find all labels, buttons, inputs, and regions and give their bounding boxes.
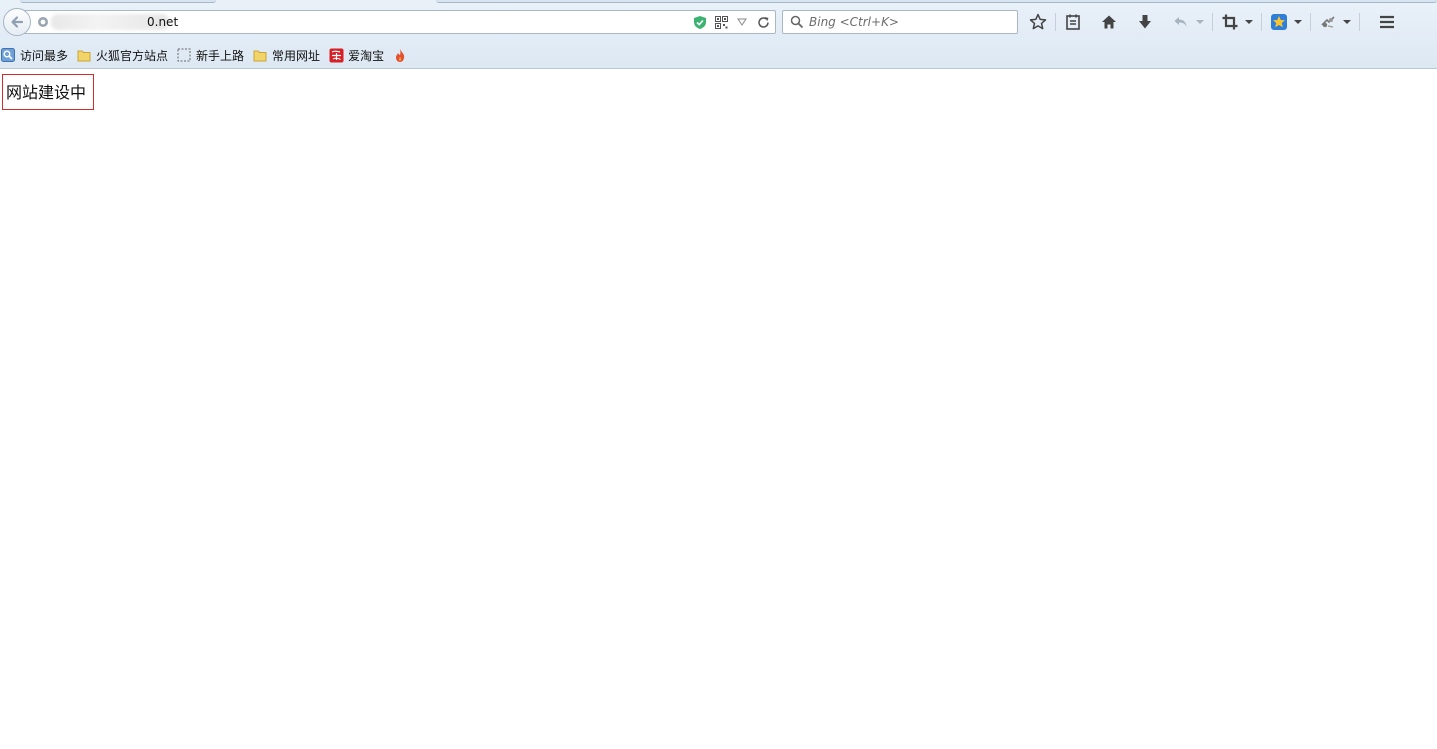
search-icon[interactable] — [790, 15, 804, 29]
bookmark-label: 访问最多 — [20, 48, 69, 63]
search-bar[interactable]: Bing <Ctrl+K> — [782, 10, 1018, 34]
home-button[interactable] — [1097, 10, 1121, 34]
dropdown-history-icon[interactable] — [734, 14, 750, 30]
bookmark-label: 常用网址 — [272, 48, 321, 63]
site-info-icon[interactable] — [37, 16, 49, 28]
extension-button[interactable] — [1316, 10, 1340, 34]
crop-dropdown[interactable] — [1242, 10, 1256, 34]
reading-list-button[interactable] — [1061, 10, 1085, 34]
address-bar[interactable]: 0.net — [22, 10, 776, 34]
page-content: 网站建设中 — [0, 69, 1437, 749]
back-arrow-icon — [11, 16, 24, 28]
toolbar-buttons — [1026, 10, 1399, 34]
extension-dropdown[interactable] — [1340, 10, 1354, 34]
qr-code-icon[interactable] — [713, 14, 729, 30]
toolbar-separator — [1261, 13, 1262, 31]
chevron-down-icon — [1343, 20, 1351, 24]
bookmark-label: 爱淘宝 — [348, 48, 385, 63]
tab[interactable] — [436, 0, 1437, 3]
bookmark-label: 新手上路 — [196, 48, 245, 63]
reading-list-icon — [1066, 14, 1080, 30]
toolbar-separator — [1212, 13, 1213, 31]
under-construction-notice: 网站建设中 — [2, 74, 95, 110]
bookmark-star-icon — [1029, 13, 1047, 30]
home-icon — [1102, 15, 1116, 29]
bookmark-ai-taobao[interactable]: 爱淘宝 — [328, 44, 384, 66]
browser-chrome: 0.net Bing <Ctrl+K> 访问最多 火狐官方站点 新手上路 常用网… — [0, 0, 1437, 69]
undo-button[interactable] — [1169, 10, 1193, 34]
favorites-dropdown[interactable] — [1291, 10, 1305, 34]
dashed-page-icon — [176, 47, 192, 63]
bookmark-common-sites[interactable]: 常用网址 — [252, 44, 320, 66]
toolbar-separator — [1055, 13, 1056, 31]
taobao-icon — [328, 47, 344, 63]
bookmark-firefox-official[interactable]: 火狐官方站点 — [76, 44, 168, 66]
navigation-toolbar: 0.net Bing <Ctrl+K> — [0, 6, 1437, 38]
security-shield-icon[interactable] — [692, 14, 708, 30]
url-text[interactable]: 0.net — [147, 15, 178, 29]
menu-icon — [1380, 15, 1394, 29]
back-button[interactable] — [3, 8, 31, 36]
download-icon — [1139, 15, 1151, 29]
bookmark-label: 火狐官方站点 — [96, 48, 169, 63]
folder-icon — [252, 47, 268, 63]
bookmark-star-button[interactable] — [1026, 10, 1050, 34]
search-placeholder: Bing <Ctrl+K> — [809, 15, 899, 29]
favorites-button[interactable] — [1267, 10, 1291, 34]
bookmarks-toolbar: 访问最多 火狐官方站点 新手上路 常用网址 爱淘宝 — [0, 44, 420, 66]
extension-icon — [1321, 16, 1335, 28]
bookmark-hot[interactable] — [392, 44, 412, 66]
bookmark-most-visited[interactable]: 访问最多 — [0, 44, 68, 66]
crop-icon — [1222, 14, 1238, 30]
undo-icon — [1174, 17, 1187, 27]
download-button[interactable] — [1133, 10, 1157, 34]
toolbar-separator — [1359, 13, 1360, 31]
chevron-down-icon — [1245, 20, 1253, 24]
folder-icon — [76, 47, 92, 63]
crop-button[interactable] — [1218, 10, 1242, 34]
favorites-icon — [1271, 14, 1287, 30]
chevron-down-icon — [1294, 20, 1302, 24]
reload-icon[interactable] — [755, 14, 771, 30]
undo-dropdown[interactable] — [1193, 10, 1207, 34]
tab[interactable] — [20, 0, 216, 3]
flame-icon — [392, 47, 408, 63]
menu-button[interactable] — [1375, 10, 1399, 34]
most-visited-icon — [0, 47, 16, 63]
toolbar-separator — [1310, 13, 1311, 31]
bookmark-getting-started[interactable]: 新手上路 — [176, 44, 244, 66]
chevron-down-icon — [1196, 20, 1204, 24]
